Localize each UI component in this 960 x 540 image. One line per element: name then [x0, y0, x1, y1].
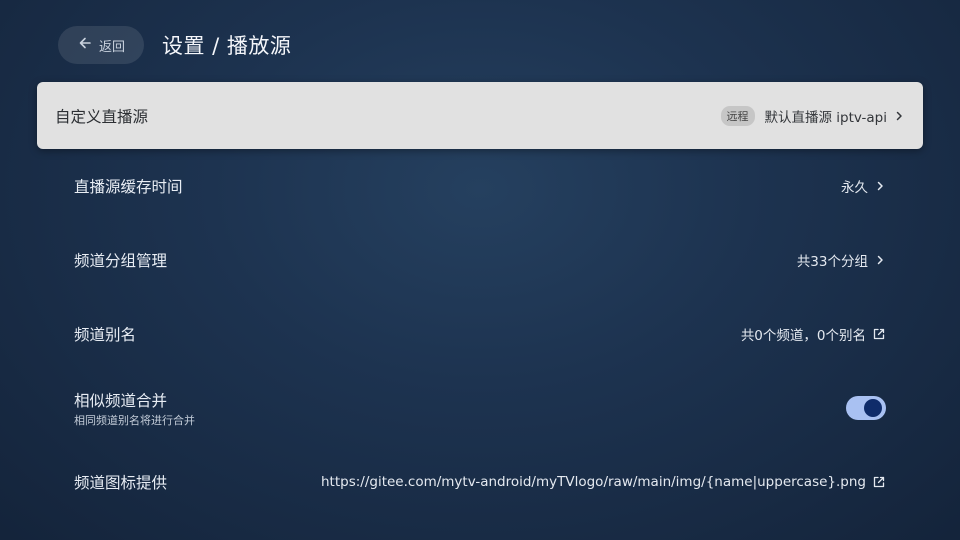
- header: 返回 设置 / 播放源: [58, 25, 291, 65]
- setting-value: 共33个分组: [796, 254, 868, 270]
- setting-cache-time[interactable]: 直播源缓存时间 永久: [37, 149, 923, 223]
- setting-label: 频道别名: [74, 326, 137, 344]
- external-link-icon: [872, 475, 886, 489]
- setting-channel-logo-provider[interactable]: 频道图标提供 https://gitee.com/mytv-android/my…: [37, 445, 923, 519]
- arrow-left-icon: [77, 35, 93, 55]
- chevron-right-icon: [893, 110, 905, 122]
- remote-badge: 远程: [720, 105, 755, 126]
- page-title: 设置 / 播放源: [162, 34, 292, 58]
- settings-list: 自定义直播源 远程 默认直播源 iptv-api 直播源缓存时间 永久 频道分组…: [37, 82, 923, 519]
- setting-value: 永久: [841, 180, 868, 196]
- setting-label: 频道分组管理: [74, 252, 168, 270]
- back-label: 返回: [98, 39, 125, 55]
- external-link-icon: [872, 327, 886, 341]
- setting-label: 直播源缓存时间: [74, 178, 183, 196]
- toggle-knob: [864, 399, 882, 417]
- merge-toggle[interactable]: [846, 396, 886, 420]
- setting-merge-similar[interactable]: 相似频道合并 相同频道别名将进行合并: [37, 371, 923, 445]
- setting-value: https://gitee.com/mytv-android/myTVlogo/…: [320, 474, 866, 490]
- setting-label: 相似频道合并: [74, 391, 168, 410]
- back-button[interactable]: 返回: [58, 26, 144, 64]
- setting-sublabel: 相同频道别名将进行合并: [74, 413, 195, 427]
- chevron-right-icon: [874, 254, 886, 266]
- setting-custom-live-source[interactable]: 自定义直播源 远程 默认直播源 iptv-api: [37, 82, 923, 149]
- setting-channel-alias[interactable]: 频道别名 共0个频道，0个别名: [37, 297, 923, 371]
- setting-channel-groups[interactable]: 频道分组管理 共33个分组: [37, 223, 923, 297]
- setting-value: 共0个频道，0个别名: [740, 328, 866, 344]
- setting-label: 自定义直播源: [55, 107, 149, 126]
- setting-value: 默认直播源 iptv-api: [764, 109, 888, 126]
- chevron-right-icon: [874, 180, 886, 192]
- setting-label: 频道图标提供: [74, 474, 168, 492]
